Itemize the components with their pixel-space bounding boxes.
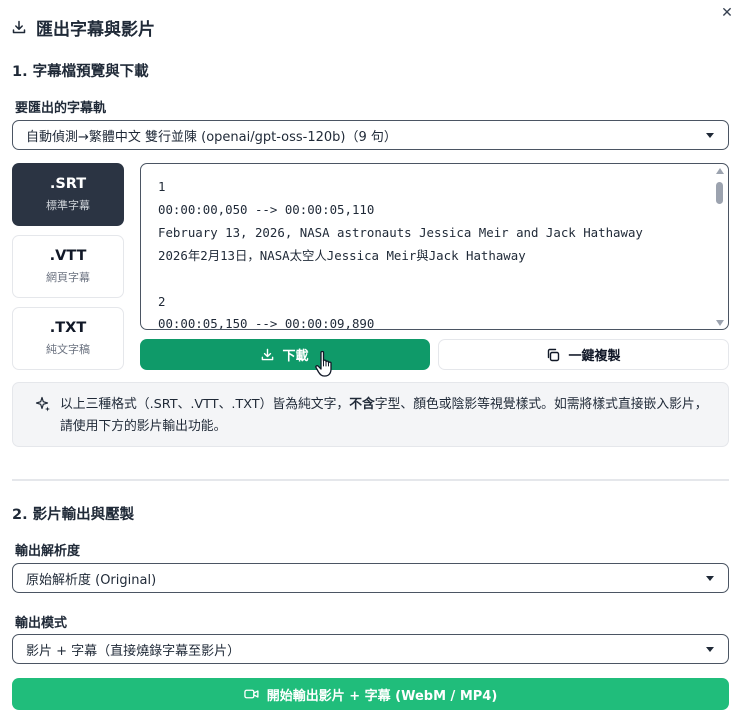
format-desc: 標準字幕: [46, 199, 90, 212]
track-select-value: 自動偵測→繁體中文 雙行並陳 (openai/gpt-oss-120b)（9 句…: [26, 129, 397, 145]
copy-button[interactable]: 一鍵複製: [438, 339, 729, 370]
download-icon: [12, 20, 26, 34]
track-label: 要匯出的字幕軌: [15, 101, 107, 116]
preview-scrollbar[interactable]: [715, 168, 725, 326]
scroll-up-icon[interactable]: [716, 168, 724, 174]
note-text: 以上三種格式（.SRT、.VTT、.TXT）皆為純文字，不含字型、顏色或陰影等視…: [60, 394, 720, 438]
download-label: 下載: [282, 349, 309, 364]
close-icon[interactable]: ✕: [718, 4, 736, 22]
dialog-title: 匯出字幕與影片: [36, 19, 155, 40]
scroll-thumb[interactable]: [716, 182, 723, 204]
chevron-down-icon: [706, 647, 714, 652]
resolution-label: 輸出解析度: [15, 544, 81, 559]
sparkle-icon: [35, 396, 50, 412]
export-dialog: 匯出字幕與影片 ✕ 1. 字幕檔預覽與下載 要匯出的字幕軌 自動偵測→繁體中文 …: [0, 0, 746, 725]
start-export-button[interactable]: 開始輸出影片 + 字幕 (WebM / MP4): [12, 678, 729, 710]
chevron-down-icon: [706, 133, 714, 138]
format-ext: .TXT: [49, 320, 87, 336]
format-tab-vtt[interactable]: .VTT 網頁字幕: [12, 235, 124, 298]
format-tab-txt[interactable]: .TXT 純文字稿: [12, 307, 124, 370]
format-info-note: 以上三種格式（.SRT、.VTT、.TXT）皆為純文字，不含字型、顏色或陰影等視…: [12, 382, 729, 447]
mode-label: 輸出模式: [15, 616, 68, 631]
copy-icon: [548, 348, 560, 361]
mode-select[interactable]: 影片 + 字幕（直接燒錄字幕至影片）: [12, 634, 729, 664]
format-ext: .SRT: [49, 176, 87, 192]
download-button[interactable]: 下載: [140, 339, 430, 370]
track-select[interactable]: 自動偵測→繁體中文 雙行並陳 (openai/gpt-oss-120b)（9 句…: [12, 120, 729, 150]
format-ext: .VTT: [49, 248, 87, 264]
mode-select-value: 影片 + 字幕（直接燒錄字幕至影片）: [26, 643, 241, 659]
note-text-before: 以上三種格式（.SRT、.VTT、.TXT）皆為純文字，: [60, 397, 350, 412]
note-text-bold: 不含: [349, 397, 375, 412]
copy-label: 一鍵複製: [568, 349, 621, 364]
section-2-title: 2. 影片輸出與壓製: [12, 507, 135, 523]
dialog-header: 匯出字幕與影片: [12, 14, 155, 40]
resolution-select-value: 原始解析度 (Original): [26, 572, 157, 588]
download-icon: [262, 348, 274, 361]
format-desc: 網頁字幕: [46, 271, 90, 284]
chevron-down-icon: [706, 576, 714, 581]
subtitle-preview-textarea[interactable]: 1 00:00:00,050 --> 00:00:05,110 February…: [140, 163, 729, 330]
scroll-down-icon[interactable]: [716, 320, 724, 326]
section-1-title: 1. 字幕檔預覽與下載: [12, 64, 149, 80]
format-tab-srt[interactable]: .SRT 標準字幕: [12, 163, 124, 226]
subtitle-preview-text: 1 00:00:00,050 --> 00:00:05,110 February…: [158, 179, 643, 330]
section-divider: [12, 479, 729, 481]
start-export-label: 開始輸出影片 + 字幕 (WebM / MP4): [266, 688, 498, 704]
resolution-select[interactable]: 原始解析度 (Original): [12, 563, 729, 593]
video-camera-icon: [243, 689, 259, 699]
format-desc: 純文字稿: [46, 343, 90, 356]
